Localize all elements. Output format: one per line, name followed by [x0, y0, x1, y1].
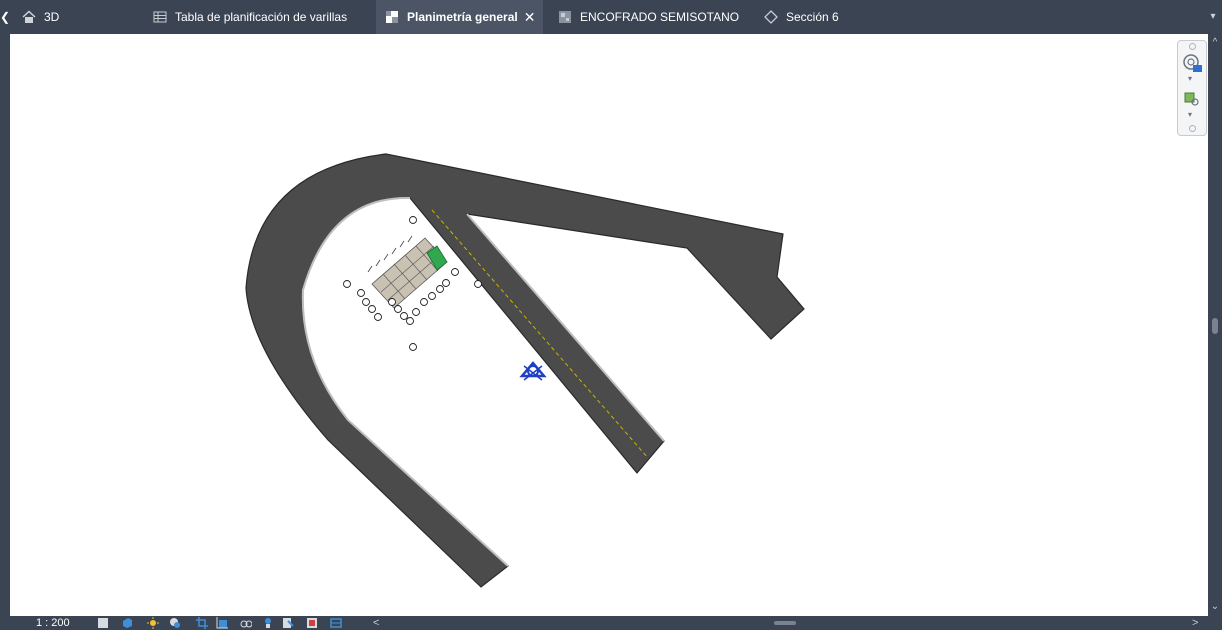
shadows-icon[interactable]	[169, 617, 181, 629]
tab-label: Sección 6	[786, 10, 839, 24]
close-tab-icon[interactable]: ✕	[524, 9, 536, 26]
left-edge-bar	[0, 34, 10, 616]
zoom-region-icon[interactable]	[1183, 91, 1201, 107]
chevron-right-icon[interactable]: >	[1192, 616, 1198, 630]
chevron-down-icon[interactable]: ▾	[1188, 110, 1192, 119]
tab-overflow-menu-icon[interactable]: ▾	[1206, 0, 1220, 34]
tab-label: Planimetría general	[407, 10, 518, 24]
scroll-up-icon[interactable]: ^	[1208, 36, 1222, 50]
road-surface	[245, 153, 805, 588]
crop-view-icon[interactable]	[196, 617, 208, 629]
vertical-scroll-thumb[interactable]	[1212, 318, 1218, 334]
steering-wheel-2d-icon[interactable]	[1182, 53, 1202, 73]
horizontal-scroll-thumb[interactable]	[774, 621, 796, 625]
tab-planimetria-general[interactable]: Planimetría general ✕	[376, 0, 544, 34]
road-curb-line	[466, 213, 665, 442]
view-scale[interactable]: 1 : 200	[36, 616, 70, 630]
show-crop-region-icon[interactable]	[216, 617, 228, 629]
tab-3d[interactable]: 3D	[22, 0, 59, 34]
chevron-left-icon[interactable]: <	[373, 616, 379, 630]
view-tab-bar: ❮ 3D Tabla de planificación de varillas …	[0, 0, 1222, 34]
tab-seccion-6[interactable]: Sección 6	[764, 0, 839, 34]
tab-encofrado-semisotano[interactable]: ENCOFRADO SEMISOTANO	[558, 0, 739, 34]
plan-icon	[558, 10, 572, 24]
vertical-scrollbar[interactable]: ^ ⌄	[1208, 34, 1222, 616]
house-icon	[22, 10, 36, 24]
worksharing-display-icon[interactable]	[282, 617, 294, 629]
temporary-hide-icon[interactable]	[240, 617, 253, 629]
sheet-icon	[385, 10, 399, 24]
scroll-down-icon[interactable]: ⌄	[1208, 600, 1222, 614]
view-control-bar: 1 : 200 < >	[0, 616, 1222, 630]
reveal-hidden-icon[interactable]	[262, 617, 274, 629]
sun-path-icon[interactable]	[147, 617, 159, 629]
analytical-model-icon[interactable]	[306, 617, 318, 629]
tab-label: ENCOFRADO SEMISOTANO	[580, 10, 740, 24]
navbar-handle-icon[interactable]	[1189, 43, 1196, 50]
temporary-view-properties-icon[interactable]	[330, 617, 342, 629]
chevron-down-icon[interactable]: ▾	[1188, 74, 1192, 83]
navigation-bar: ▾ ▾	[1177, 40, 1207, 136]
tab-tabla-planificacion[interactable]: Tabla de planificación de varillas	[153, 0, 347, 34]
visual-style-icon[interactable]	[121, 617, 133, 629]
tab-label: Tabla de planificación de varillas	[175, 10, 348, 24]
tab-label: 3D	[44, 10, 60, 24]
table-icon	[153, 10, 167, 24]
detail-level-icon[interactable]	[97, 617, 109, 629]
section-icon	[764, 10, 778, 24]
navbar-options-icon[interactable]	[1189, 125, 1196, 132]
drawing-canvas[interactable]	[10, 34, 1208, 616]
panel-collapse-handle[interactable]: ❮	[0, 0, 10, 34]
survey-point-marker[interactable]	[519, 361, 547, 381]
